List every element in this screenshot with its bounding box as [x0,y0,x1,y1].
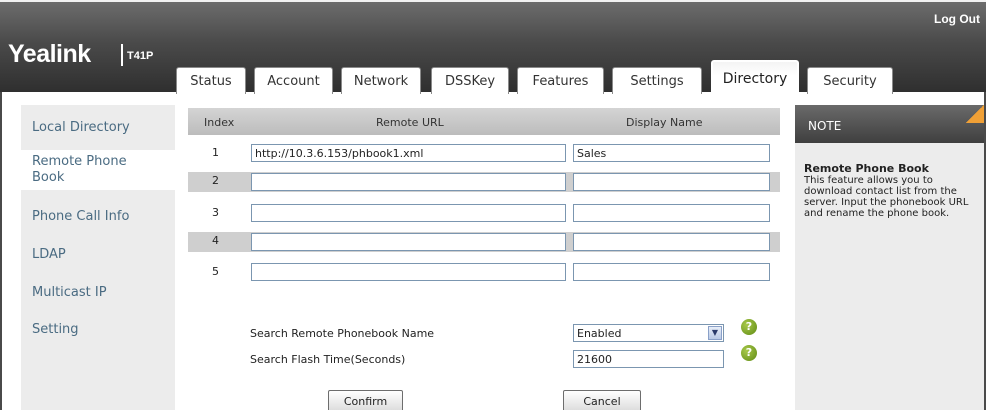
row-index: 1 [212,146,219,159]
table-row: 4 [188,232,780,252]
row-index: 5 [212,265,219,278]
display-name-input[interactable] [573,173,770,191]
sidebar-item-phone-call-info[interactable]: Phone Call Info [21,209,175,225]
sidebar-item-remote-phone-book[interactable]: Remote Phone Book [21,150,175,190]
table-row: 1 http://10.3.6.153/phbook1.xml Sales [188,144,780,164]
row-index: 4 [212,234,219,247]
tab-dsskey[interactable]: DSSKey [431,67,509,94]
table-row: 2 [188,172,780,192]
top-header: Yealink T41P Log Out Status Account Netw… [0,0,986,96]
model-label: T41P [127,50,154,62]
remote-url-input[interactable] [251,204,566,222]
corner-flag-icon [966,105,984,123]
tab-settings[interactable]: Settings [612,67,702,94]
display-name-input[interactable]: Sales [573,144,770,162]
remote-url-header: Remote URL [376,116,444,129]
row-index: 3 [212,206,219,219]
help-icon[interactable]: ? [741,345,757,361]
row-index: 2 [212,174,219,187]
remote-url-input[interactable] [251,233,566,251]
index-header: Index [204,116,235,129]
note-heading: Remote Phone Book [804,162,929,175]
display-name-input[interactable] [573,204,770,222]
search-flash-time-label: Search Flash Time(Seconds) [250,353,406,366]
table-row: 3 [188,204,780,224]
chevron-down-icon[interactable]: ▼ [708,326,722,340]
sidebar-item-multicast-ip[interactable]: Multicast IP [21,285,175,301]
note-title: NOTE [808,119,842,133]
tab-network[interactable]: Network [341,67,421,94]
table-row: 5 [188,263,780,283]
tab-account[interactable]: Account [254,67,333,94]
remote-url-input[interactable]: http://10.3.6.153/phbook1.xml [251,144,566,162]
left-frame-border [0,92,2,410]
remote-url-input[interactable] [251,173,566,191]
tab-directory[interactable]: Directory [711,60,799,96]
display-name-input[interactable] [573,263,770,281]
cancel-button[interactable]: Cancel [563,390,641,410]
note-header: NOTE [795,105,984,143]
logo-divider [121,44,123,66]
confirm-button[interactable]: Confirm [328,390,403,410]
search-flash-time-input[interactable]: 21600 [573,350,724,368]
search-remote-phonebook-name-value: Enabled [577,327,622,340]
display-name-header: Display Name [626,116,703,129]
help-icon[interactable]: ? [741,319,757,335]
note-body: Remote Phone Book This feature allows yo… [804,163,979,219]
search-remote-phonebook-name-label: Search Remote Phonebook Name [250,327,435,340]
note-panel: NOTE Remote Phone Book This feature allo… [795,105,984,410]
remote-phonebook-form: Index Remote URL Display Name 1 http://1… [188,108,780,410]
search-remote-phonebook-name-select[interactable]: Enabled ▼ [573,324,724,342]
yealink-logo: Yealink [8,40,91,68]
tab-features[interactable]: Features [517,67,604,94]
logout-link[interactable]: Log Out [934,12,980,26]
tab-status[interactable]: Status [176,67,246,94]
remote-url-input[interactable] [251,263,566,281]
table-header: Index Remote URL Display Name [188,108,780,135]
display-name-input[interactable] [573,233,770,251]
note-text: This feature allows you to download cont… [804,175,969,219]
sidebar: Local Directory Remote Phone Book Phone … [21,105,175,410]
tab-security[interactable]: Security [807,67,893,94]
sidebar-item-setting[interactable]: Setting [21,322,175,338]
sidebar-item-ldap[interactable]: LDAP [21,247,175,263]
sidebar-item-local-directory[interactable]: Local Directory [21,120,175,136]
